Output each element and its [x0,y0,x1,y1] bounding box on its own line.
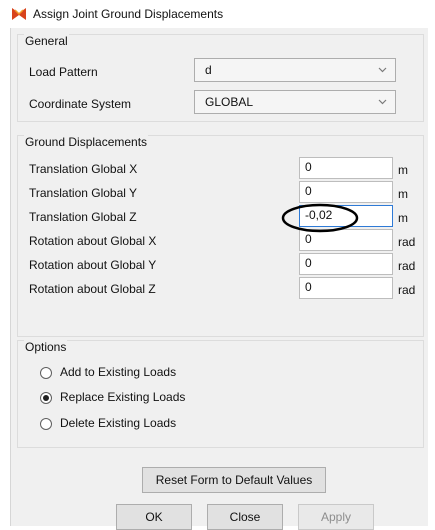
translation-y-value: 0 [305,184,312,198]
chevron-down-icon [378,99,387,105]
radio-button[interactable] [40,418,52,430]
rotation-z-label: Rotation about Global Z [29,282,156,296]
load-pattern-dropdown[interactable]: d [194,58,396,82]
load-pattern-label: Load Pattern [29,65,98,79]
translation-x-label: Translation Global X [29,162,138,176]
rotation-y-field[interactable]: 0 [299,253,393,275]
translation-z-label: Translation Global Z [29,210,137,224]
coordinate-system-dropdown[interactable]: GLOBAL [194,90,396,114]
options-group-title: Options [24,340,68,354]
ground-displacements-group-title: Ground Displacements [24,135,149,149]
dialog-body: General Load Pattern d Coordinate System… [10,28,428,530]
title-bar: Assign Joint Ground Displacements [0,0,435,28]
rotation-y-unit: rad [398,259,416,273]
general-group-title: General [24,34,69,48]
load-pattern-value: d [205,63,212,77]
rotation-x-field[interactable]: 0 [299,229,393,251]
rotation-x-unit: rad [398,235,416,249]
delete-existing-loads-label: Delete Existing Loads [60,416,177,430]
translation-y-field[interactable]: 0 [299,181,393,203]
rotation-z-field[interactable]: 0 [299,277,393,299]
options-group: Options Add to Existing Loads Replace Ex… [17,340,424,448]
translation-y-unit: m [398,187,408,201]
app-logo-icon [12,8,26,20]
translation-y-label: Translation Global Y [29,186,138,200]
rotation-y-value: 0 [305,256,312,270]
translation-z-field[interactable]: -0,02 [299,205,393,227]
coordinate-system-label: Coordinate System [29,97,132,111]
rotation-z-unit: rad [398,283,416,297]
radio-button-selected[interactable] [40,392,52,404]
close-button[interactable]: Close [207,504,283,530]
ok-button[interactable]: OK [116,504,192,530]
translation-z-unit: m [398,211,408,225]
replace-existing-loads-label: Replace Existing Loads [60,390,186,404]
add-to-existing-loads-label: Add to Existing Loads [60,365,177,379]
reset-form-button[interactable]: Reset Form to Default Values [142,467,326,493]
coordinate-system-value: GLOBAL [205,95,254,109]
chevron-down-icon [378,67,387,73]
translation-x-unit: m [398,163,408,177]
rotation-x-value: 0 [305,232,312,246]
radio-button[interactable] [40,367,52,379]
rotation-x-label: Rotation about Global X [29,234,157,248]
ground-displacements-group: Ground Displacements Translation Global … [17,135,424,337]
apply-button[interactable]: Apply [298,504,374,530]
general-group: General Load Pattern d Coordinate System… [17,34,424,122]
translation-x-value: 0 [305,160,312,174]
rotation-y-label: Rotation about Global Y [29,258,157,272]
window-title: Assign Joint Ground Displacements [33,7,224,21]
translation-z-value: -0,02 [305,208,333,222]
rotation-z-value: 0 [305,280,312,294]
translation-x-field[interactable]: 0 [299,157,393,179]
